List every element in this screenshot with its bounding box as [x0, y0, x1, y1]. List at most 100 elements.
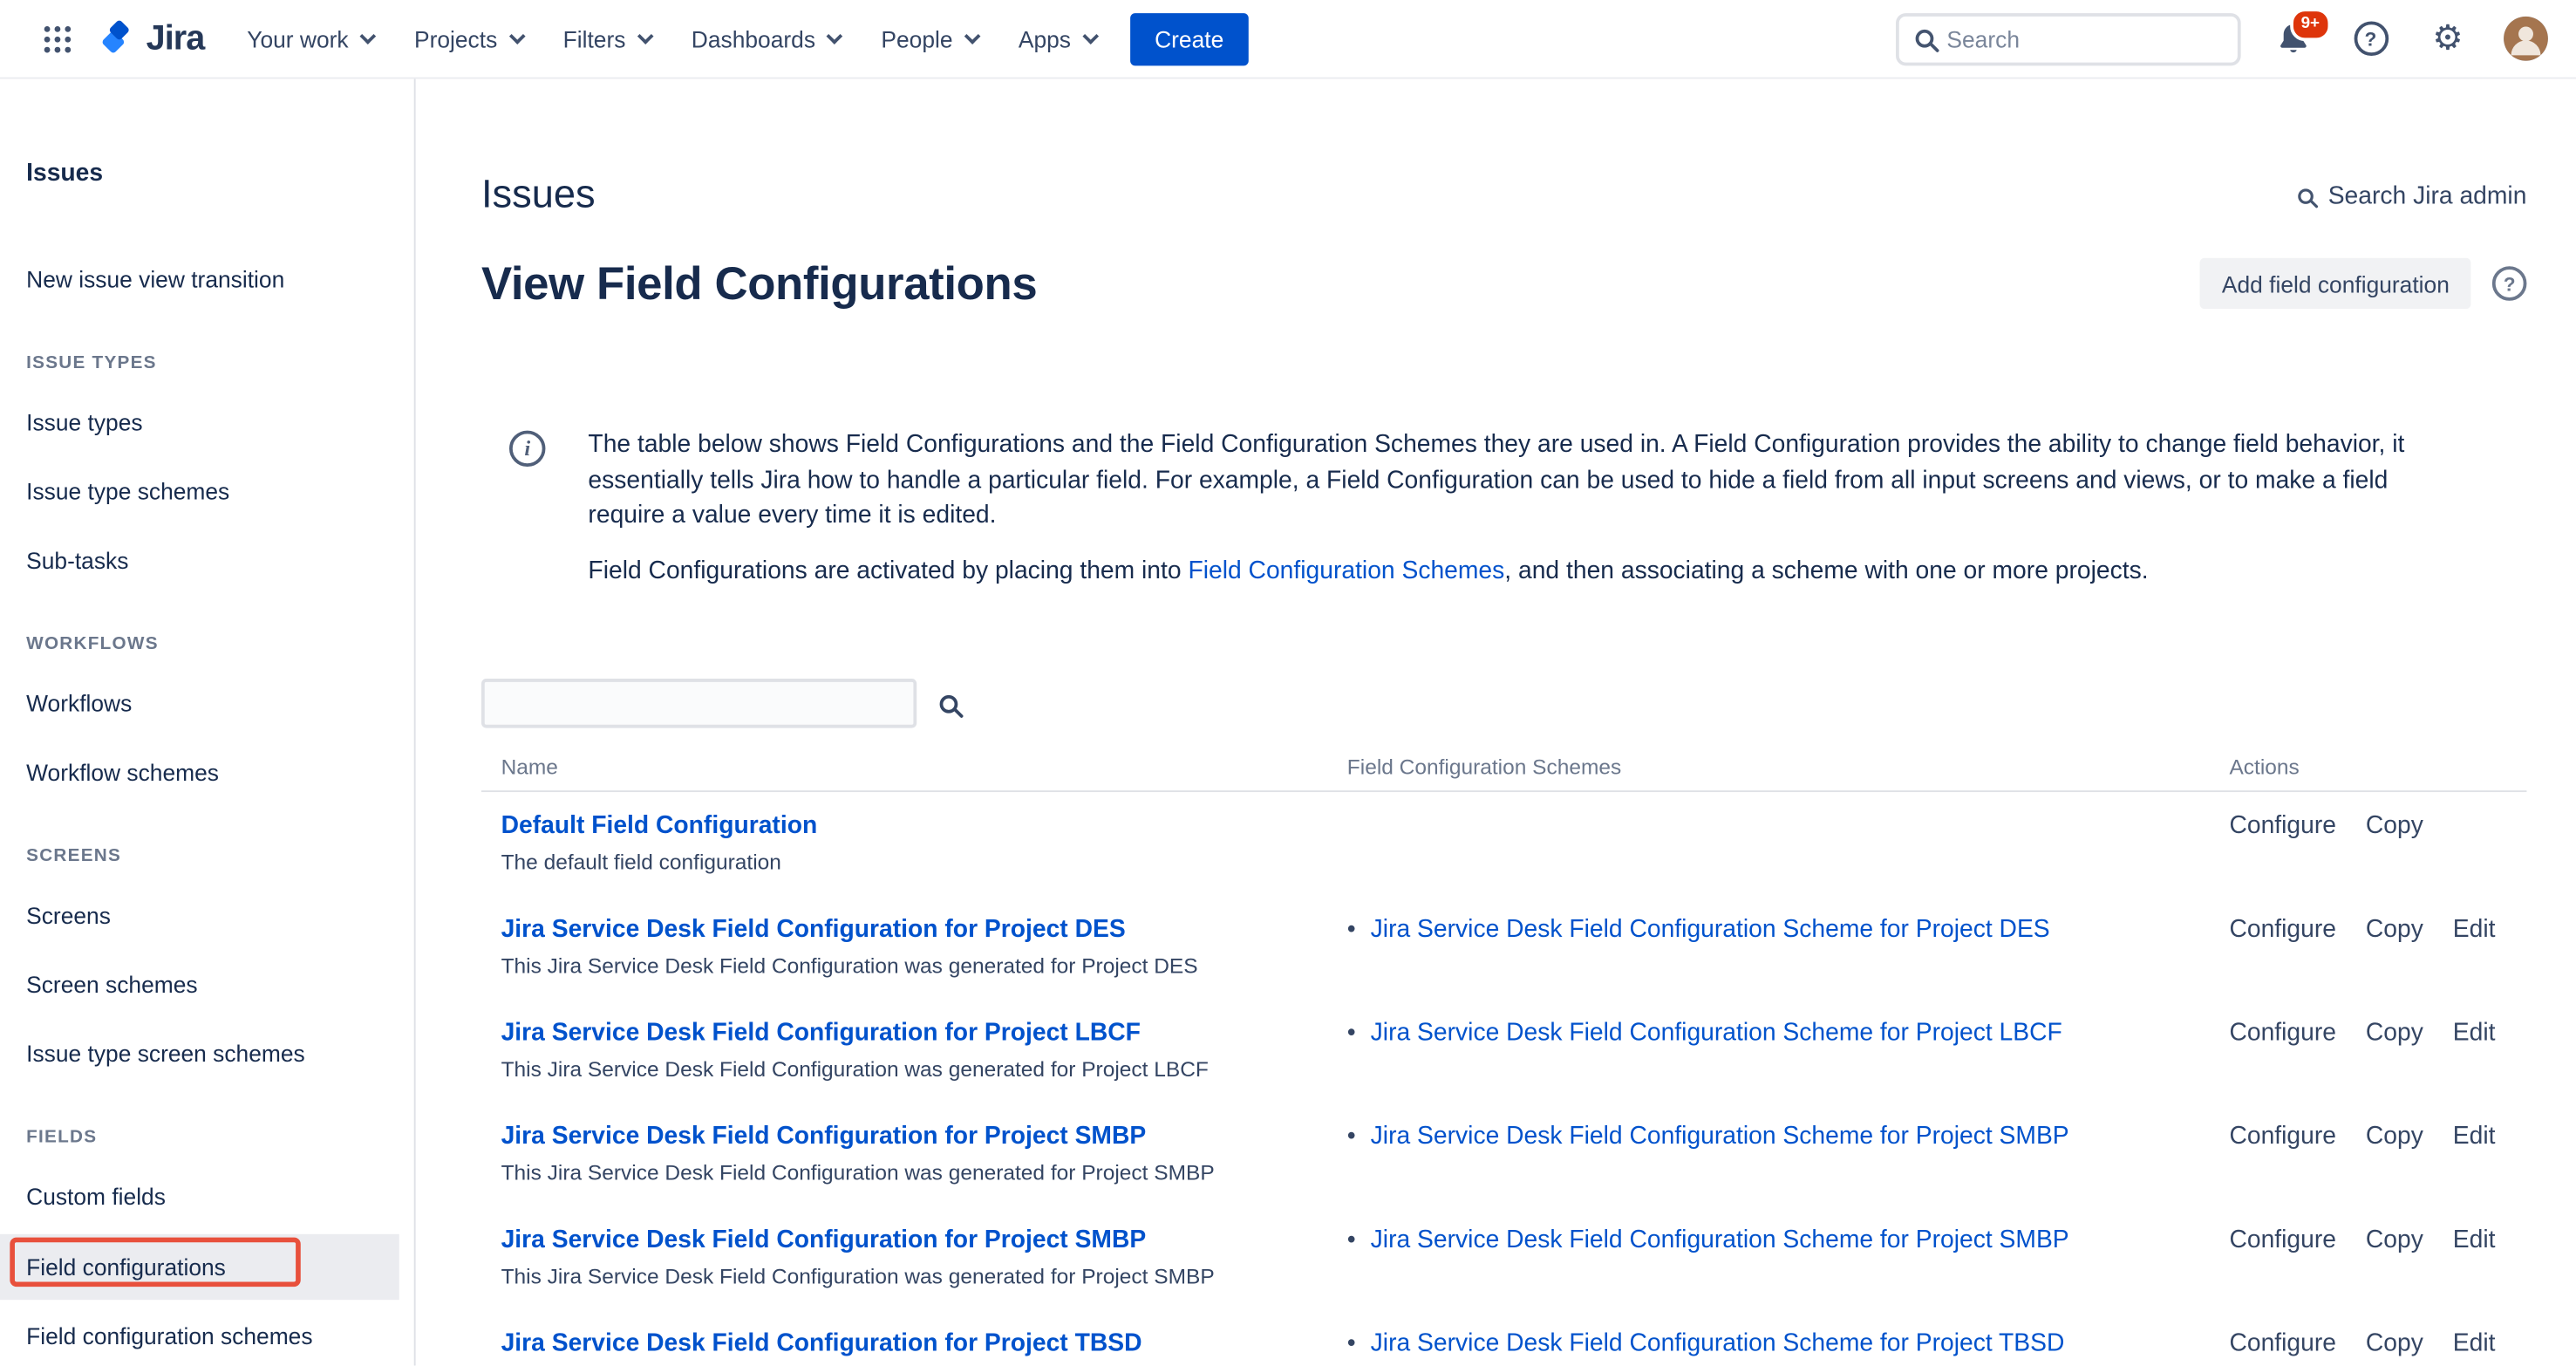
sidebar-item-issue-type-schemes[interactable]: Issue type schemes — [26, 475, 414, 508]
main-content: Issues Search Jira admin View Field Conf… — [416, 79, 2576, 1365]
bullet: • — [1347, 915, 1356, 943]
nav-filters[interactable]: Filters — [563, 25, 649, 51]
profile-button[interactable] — [2500, 14, 2550, 64]
sidebar-title: Issues — [26, 158, 414, 191]
app-switcher-icon[interactable] — [30, 10, 85, 66]
scheme-cell: •Jira Service Desk Field Configuration S… — [1347, 1328, 2230, 1365]
actions-cell: Configure Copy Edit — [2229, 1121, 2526, 1186]
field-config-link[interactable]: Jira Service Desk Field Configuration fo… — [501, 1121, 1147, 1154]
nav-dashboards[interactable]: Dashboards — [692, 25, 839, 51]
global-search[interactable] — [1896, 12, 2241, 65]
copy-link[interactable]: Copy — [2366, 1225, 2423, 1258]
scheme-link[interactable]: Jira Service Desk Field Configuration Sc… — [1371, 1123, 2069, 1151]
scheme-cell: •Jira Service Desk Field Configuration S… — [1347, 1017, 2230, 1083]
sidebar-item-label: Field configurations — [26, 1251, 226, 1284]
configure-link[interactable]: Configure — [2229, 1121, 2336, 1154]
configure-link[interactable]: Configure — [2229, 1328, 2336, 1361]
copy-link[interactable]: Copy — [2366, 810, 2423, 844]
gear-icon: ⚙ — [2432, 21, 2463, 56]
field-config-description: The default field configuration — [501, 848, 1282, 876]
sidebar-item-workflows[interactable]: Workflows — [26, 686, 414, 720]
configure-link[interactable]: Configure — [2229, 1225, 2336, 1258]
chevron-down-icon — [637, 28, 654, 44]
chevron-down-icon — [964, 28, 981, 44]
search-jira-admin-button[interactable]: Search Jira admin — [2297, 181, 2527, 209]
field-config-description: This Jira Service Desk Field Configurati… — [501, 1055, 1282, 1083]
nav-label: Filters — [563, 25, 626, 51]
sidebar-item-sub-tasks[interactable]: Sub-tasks — [26, 544, 414, 577]
chevron-down-icon — [827, 28, 843, 44]
configure-link[interactable]: Configure — [2229, 810, 2336, 844]
filter-search-button[interactable] — [940, 694, 958, 713]
configure-link[interactable]: Configure — [2229, 913, 2336, 946]
edit-link[interactable]: Edit — [2453, 1225, 2496, 1258]
nav-label: Your work — [247, 25, 348, 51]
sidebar-item-issue-type-screen-schemes[interactable]: Issue type screen schemes — [26, 1037, 414, 1070]
column-name: Name — [481, 755, 1347, 779]
nav-your-work[interactable]: Your work — [247, 25, 371, 51]
nav-people[interactable]: People — [881, 25, 976, 51]
scheme-cell: • Jira Service Desk Field Configuration S… — [1347, 913, 2230, 979]
field-config-description: This Jira Service Desk Field Configurati… — [501, 952, 1282, 980]
edit-link[interactable]: Edit — [2453, 1017, 2496, 1050]
scheme-link[interactable]: Jira Service Desk Field Configuration Sc… — [1371, 1329, 2065, 1357]
nav-label: Apps — [1019, 25, 1071, 51]
filter-input[interactable] — [481, 679, 917, 728]
copy-link[interactable]: Copy — [2366, 1017, 2423, 1050]
sidebar-item-screens[interactable]: Screens — [26, 898, 414, 932]
section-help-icon[interactable]: ? — [2492, 266, 2527, 301]
chevron-down-icon — [508, 28, 525, 44]
field-config-link[interactable]: Jira Service Desk Field Configuration fo… — [501, 913, 1126, 946]
sidebar-heading-screens: SCREENS — [26, 843, 414, 869]
search-icon — [2298, 188, 2314, 203]
sidebar-item-custom-fields[interactable]: Custom fields — [26, 1180, 414, 1213]
field-config-link[interactable]: Default Field Configuration — [501, 810, 818, 844]
add-field-configuration-button[interactable]: Add field configuration — [2200, 258, 2470, 309]
info-text-segment: Field Configurations are activated by pl… — [588, 557, 1188, 584]
field-configuration-schemes-link[interactable]: Field Configuration Schemes — [1188, 557, 1504, 584]
actions-cell: Configure Copy Edit — [2229, 1017, 2526, 1083]
edit-link[interactable]: Edit — [2453, 1328, 2496, 1361]
bullet: • — [1347, 1123, 1356, 1151]
edit-link[interactable]: Edit — [2453, 1121, 2496, 1154]
settings-button[interactable]: ⚙ — [2423, 14, 2473, 64]
bullet: • — [1347, 1226, 1356, 1253]
sidebar-item-new-issue-view-transition[interactable]: New issue view transition — [26, 263, 414, 296]
sidebar-item-screen-schemes[interactable]: Screen schemes — [26, 968, 414, 1001]
top-navigation-bar: Jira Your work Projects Filters Dashboar… — [0, 0, 2576, 79]
column-schemes: Field Configuration Schemes — [1347, 755, 2230, 779]
edit-link[interactable]: Edit — [2453, 913, 2496, 946]
scheme-link[interactable]: Jira Service Desk Field Configuration Sc… — [1371, 915, 2050, 943]
field-config-link[interactable]: Jira Service Desk Field Configuration fo… — [501, 1017, 1141, 1050]
help-button[interactable]: ? — [2346, 14, 2395, 64]
copy-link[interactable]: Copy — [2366, 1328, 2423, 1361]
field-config-description: This Jira Service Desk Field Configurati… — [501, 1158, 1282, 1186]
nav-apps[interactable]: Apps — [1019, 25, 1094, 51]
search-jira-admin-label: Search Jira admin — [2328, 181, 2527, 209]
info-paragraph: Field Configurations are activated by pl… — [588, 553, 2448, 589]
info-icon: i — [509, 431, 545, 467]
nav-projects[interactable]: Projects — [414, 25, 521, 51]
help-icon: ? — [2354, 21, 2389, 56]
copy-link[interactable]: Copy — [2366, 1121, 2423, 1154]
scheme-link[interactable]: Jira Service Desk Field Configuration Sc… — [1371, 1226, 2069, 1253]
field-configurations-table: Name Field Configuration Schemes Actions… — [481, 755, 2526, 1366]
global-search-input[interactable] — [1946, 25, 2221, 51]
field-config-link[interactable]: Jira Service Desk Field Configuration fo… — [501, 1225, 1147, 1258]
chevron-down-icon — [1082, 28, 1099, 44]
create-button[interactable]: Create — [1130, 12, 1249, 65]
actions-cell: Configure Copy — [2229, 810, 2526, 876]
copy-link[interactable]: Copy — [2366, 913, 2423, 946]
notifications-button[interactable]: 9+ — [2269, 14, 2319, 64]
sidebar-item-field-configuration-schemes[interactable]: Field configuration schemes — [26, 1320, 414, 1353]
sidebar-item-issue-types[interactable]: Issue types — [26, 406, 414, 439]
configure-link[interactable]: Configure — [2229, 1017, 2336, 1050]
page-title: Issues — [481, 173, 596, 219]
section-title: View Field Configurations — [481, 257, 1037, 310]
jira-logo[interactable]: Jira — [95, 18, 204, 59]
field-config-link[interactable]: Jira Service Desk Field Configuration fo… — [501, 1328, 1142, 1361]
actions-cell: Configure Copy Edit — [2229, 1225, 2526, 1290]
sidebar-item-workflow-schemes[interactable]: Workflow schemes — [26, 756, 414, 789]
sidebar-item-field-configurations[interactable]: Field configurations — [0, 1234, 399, 1300]
scheme-link[interactable]: Jira Service Desk Field Configuration Sc… — [1371, 1019, 2062, 1047]
